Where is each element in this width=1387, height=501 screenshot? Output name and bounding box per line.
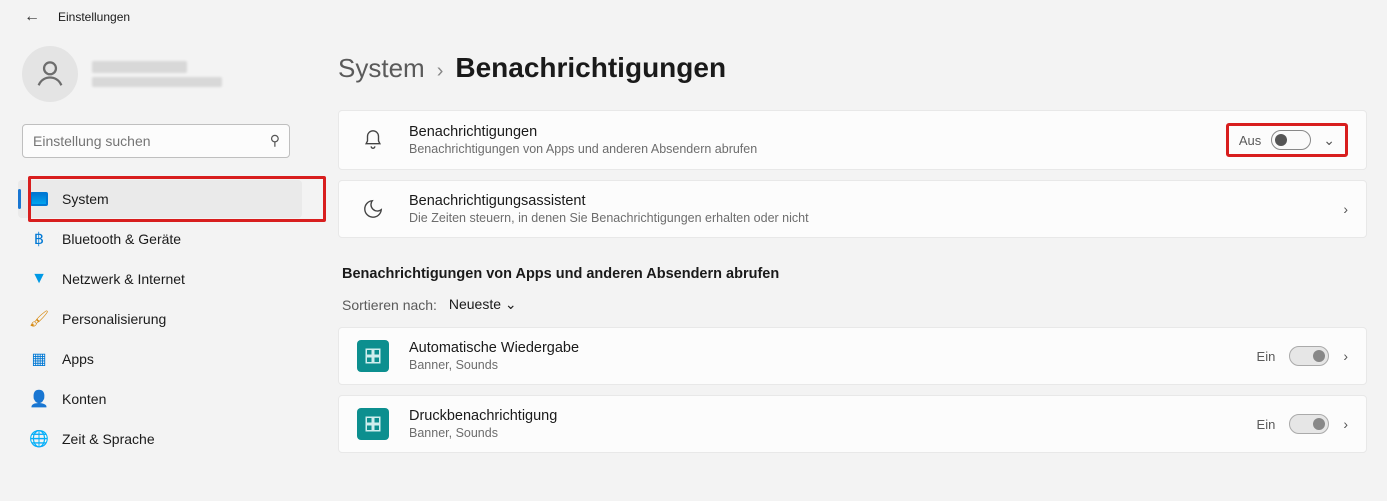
chevron-right-icon[interactable]: › bbox=[1343, 416, 1348, 432]
bell-icon bbox=[357, 124, 389, 156]
sidebar-item-network[interactable]: ▼ Netzwerk & Internet bbox=[18, 260, 302, 298]
sidebar-item-bluetooth[interactable]: ฿ Bluetooth & Geräte bbox=[18, 220, 302, 258]
notifications-card[interactable]: Benachrichtigungen Benachrichtigungen vo… bbox=[338, 110, 1367, 170]
chevron-down-icon[interactable]: ⌄ bbox=[1323, 132, 1335, 149]
main-content: System › Benachrichtigungen Benachrichti… bbox=[310, 34, 1387, 463]
app-subtitle: Banner, Sounds bbox=[409, 426, 1257, 440]
app-notification-row[interactable]: Druckbenachrichtigung Banner, Sounds Ein… bbox=[338, 395, 1367, 453]
sidebar-item-label: Bluetooth & Geräte bbox=[62, 231, 181, 247]
avatar bbox=[22, 46, 78, 102]
bluetooth-icon: ฿ bbox=[30, 230, 48, 248]
chevron-right-icon[interactable]: › bbox=[1343, 348, 1348, 364]
focus-assist-card[interactable]: Benachrichtigungsassistent Die Zeiten st… bbox=[338, 180, 1367, 238]
person-icon: 👤 bbox=[30, 390, 48, 408]
apps-icon: ▦ bbox=[30, 350, 48, 368]
nav-list: System ฿ Bluetooth & Geräte ▼ Netzwerk &… bbox=[18, 180, 310, 458]
toggle-label: Ein bbox=[1257, 417, 1276, 432]
app-notification-row[interactable]: Automatische Wiedergabe Banner, Sounds E… bbox=[338, 327, 1367, 385]
sort-label: Sortieren nach: bbox=[342, 297, 437, 313]
highlight-annotation: Aus ⌄ bbox=[1226, 123, 1348, 157]
section-heading: Benachrichtigungen von Apps und anderen … bbox=[342, 266, 1367, 282]
app-title: Automatische Wiedergabe bbox=[409, 340, 1257, 356]
chevron-right-icon[interactable]: › bbox=[1343, 201, 1348, 217]
wifi-icon: ▼ bbox=[30, 270, 48, 288]
app-toggle[interactable] bbox=[1289, 414, 1329, 434]
sidebar-item-time-language[interactable]: 🌐 Zeit & Sprache bbox=[18, 420, 302, 458]
user-account-row[interactable] bbox=[18, 46, 310, 102]
sidebar-item-label: Personalisierung bbox=[62, 311, 166, 327]
user-name-redacted bbox=[92, 57, 222, 91]
card-title: Benachrichtigungsassistent bbox=[409, 193, 1343, 209]
app-tile-icon bbox=[357, 408, 389, 440]
sidebar-item-apps[interactable]: ▦ Apps bbox=[18, 340, 302, 378]
page-title: Benachrichtigungen bbox=[455, 52, 726, 84]
card-title: Benachrichtigungen bbox=[409, 124, 1226, 140]
window-title: Einstellungen bbox=[58, 10, 130, 24]
app-toggle[interactable] bbox=[1289, 346, 1329, 366]
toggle-label: Ein bbox=[1257, 349, 1276, 364]
sidebar-item-system[interactable]: System bbox=[18, 180, 302, 218]
app-tile-icon bbox=[357, 340, 389, 372]
sidebar-item-personalization[interactable]: 🖌 Personalisierung bbox=[18, 300, 302, 338]
sidebar-item-label: Konten bbox=[62, 391, 106, 407]
brush-icon: 🖌 bbox=[30, 310, 48, 328]
monitor-icon bbox=[30, 190, 48, 208]
sidebar-item-label: System bbox=[62, 191, 109, 207]
card-subtitle: Benachrichtigungen von Apps und anderen … bbox=[409, 142, 1226, 156]
app-title: Druckbenachrichtigung bbox=[409, 408, 1257, 424]
toggle-label: Aus bbox=[1239, 133, 1261, 148]
card-subtitle: Die Zeiten steuern, in denen Sie Benachr… bbox=[409, 211, 1343, 225]
app-subtitle: Banner, Sounds bbox=[409, 358, 1257, 372]
search-input[interactable] bbox=[22, 124, 290, 158]
moon-icon bbox=[357, 193, 389, 225]
sidebar-item-label: Netzwerk & Internet bbox=[62, 271, 185, 287]
sidebar: ⚲ System ฿ Bluetooth & Geräte ▼ Netzwerk… bbox=[0, 34, 310, 463]
notifications-toggle[interactable] bbox=[1271, 130, 1311, 150]
breadcrumb-parent[interactable]: System bbox=[338, 53, 425, 84]
sidebar-item-accounts[interactable]: 👤 Konten bbox=[18, 380, 302, 418]
sidebar-item-label: Apps bbox=[62, 351, 94, 367]
breadcrumb: System › Benachrichtigungen bbox=[338, 52, 1367, 84]
sidebar-item-label: Zeit & Sprache bbox=[62, 431, 155, 447]
sort-dropdown[interactable]: Neueste ⌄ bbox=[449, 296, 517, 313]
search-icon: ⚲ bbox=[270, 132, 280, 149]
chevron-right-icon: › bbox=[437, 60, 444, 83]
globe-icon: 🌐 bbox=[30, 430, 48, 448]
back-button[interactable]: ← bbox=[24, 8, 40, 26]
